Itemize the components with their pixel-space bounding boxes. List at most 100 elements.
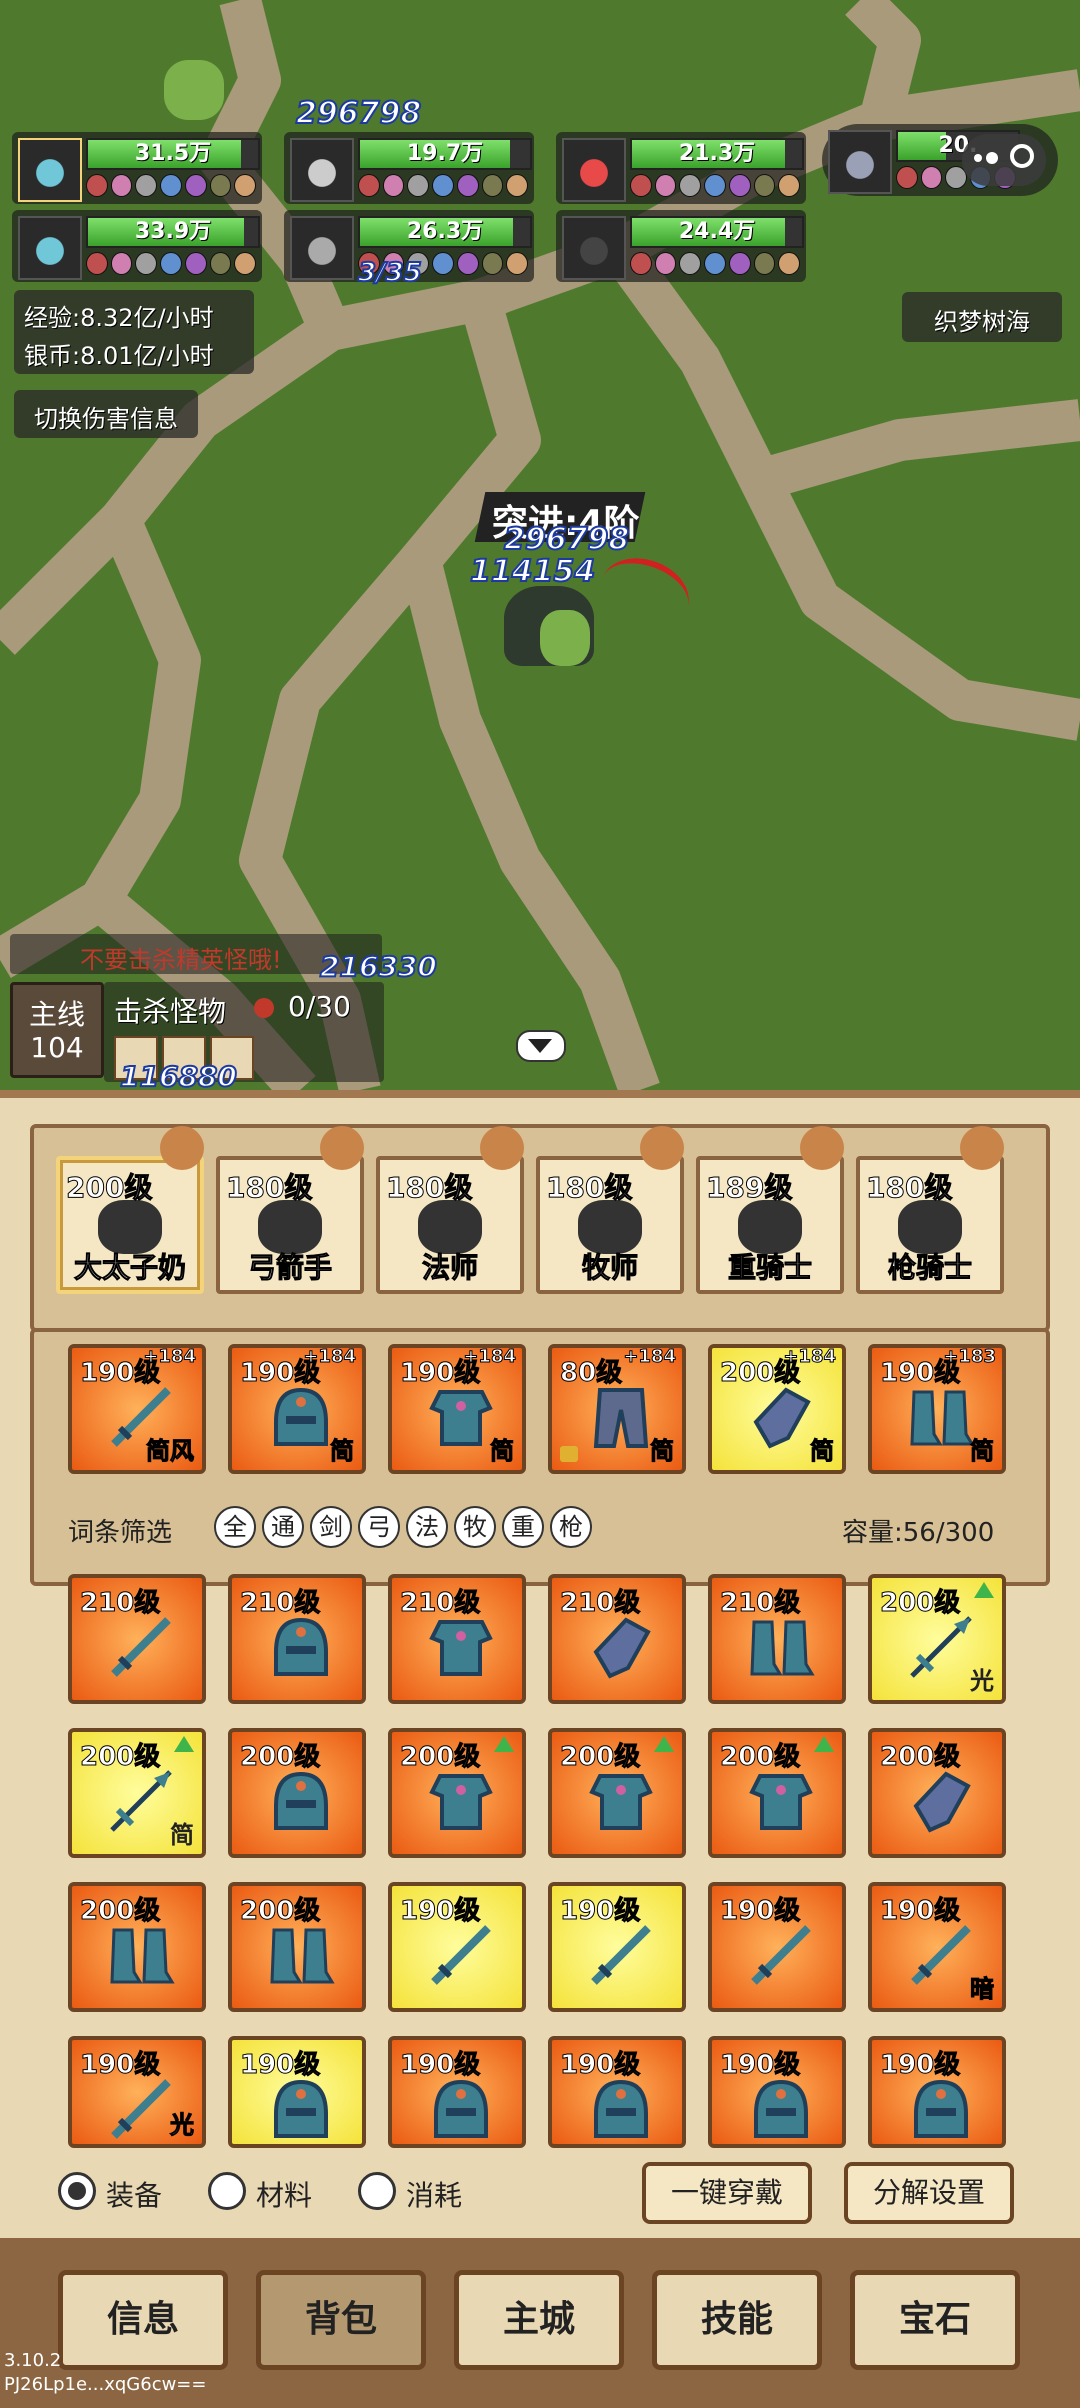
character-name: 枪骑士 xyxy=(887,1251,972,1285)
damage-number: 296798 xyxy=(295,95,422,132)
inventory-item[interactable]: 200级 xyxy=(228,1728,366,1858)
character-slot[interactable]: 200级 大太子奶 xyxy=(56,1156,204,1294)
hero-card-3[interactable]: 21.3万 xyxy=(556,132,806,204)
inventory-item[interactable]: 210级 xyxy=(68,1574,206,1704)
item-level: 190级 xyxy=(879,1896,961,1927)
inventory-item[interactable]: 210级 xyxy=(548,1574,686,1704)
equipped-slot[interactable]: 190级 +184 简风 xyxy=(68,1344,206,1474)
hero-card-5[interactable]: 33.9万 xyxy=(12,210,262,282)
hero-card-1[interactable]: 31.5万 xyxy=(12,132,262,204)
helm-icon xyxy=(274,1771,328,1830)
tab-consumable-label[interactable]: 消耗 xyxy=(406,2174,462,2214)
filter-chip[interactable]: 重 xyxy=(502,1506,544,1548)
character-slot[interactable]: 180级 牧师 xyxy=(536,1156,684,1294)
inventory-item[interactable]: 200级光 xyxy=(868,1574,1006,1704)
helm-icon xyxy=(594,2079,648,2138)
inventory-item[interactable]: 200级 xyxy=(868,1728,1006,1858)
filter-chip[interactable]: 通 xyxy=(262,1506,304,1548)
hero-portrait xyxy=(562,216,626,280)
equipped-slot[interactable]: 190级 +183 简 xyxy=(868,1344,1006,1474)
item-level: 210级 xyxy=(79,1588,161,1619)
skill-icon xyxy=(506,252,529,275)
skill-icon xyxy=(432,252,454,275)
equipped-slot[interactable]: 190级 +184 简 xyxy=(228,1344,366,1474)
filter-chip[interactable]: 枪 xyxy=(550,1506,592,1548)
inventory-item[interactable]: 190级 xyxy=(228,2036,366,2148)
character-slot[interactable]: 180级 弓箭手 xyxy=(216,1156,364,1294)
inventory-item[interactable]: 210级 xyxy=(228,1574,366,1704)
collapse-arrow-button[interactable] xyxy=(516,1030,566,1062)
skill-icon xyxy=(630,174,652,197)
hero-card-2[interactable]: 19.7万 xyxy=(284,132,534,204)
main-quest-badge[interactable]: 主线 104 xyxy=(10,982,104,1078)
inventory-item[interactable]: 210级 xyxy=(708,1574,846,1704)
skill-icon xyxy=(234,252,257,275)
inventory-item[interactable]: 200级 xyxy=(708,1728,846,1858)
hero-portrait xyxy=(562,138,626,202)
inventory-item[interactable]: 190级 xyxy=(708,1882,846,2012)
hero-card-4[interactable]: 20. xyxy=(822,124,1058,196)
character-slot[interactable]: 180级 枪骑士 xyxy=(856,1156,1004,1294)
character-slot[interactable]: 180级 法师 xyxy=(376,1156,524,1294)
inventory-item[interactable]: 190级光 xyxy=(68,2036,206,2148)
more-dots-icon[interactable] xyxy=(974,154,982,162)
sword-icon xyxy=(911,1925,971,1985)
radio-consumable[interactable] xyxy=(358,2172,396,2210)
inventory-item[interactable]: 190级暗 xyxy=(868,1882,1006,2012)
inventory-item[interactable]: 200级 xyxy=(228,1882,366,2012)
inventory-item[interactable]: 190级 xyxy=(708,2036,846,2148)
enhance-level: +183 xyxy=(943,1346,997,1368)
item-tag: 简 xyxy=(970,1437,995,1466)
radio-equipment[interactable] xyxy=(58,2172,96,2210)
hero-card-7[interactable]: 24.4万 xyxy=(556,210,806,282)
filter-chip[interactable]: 法 xyxy=(406,1506,448,1548)
filter-chip[interactable]: 全 xyxy=(214,1506,256,1548)
pet-icon xyxy=(800,1126,844,1170)
tab-material-label[interactable]: 材料 xyxy=(256,2174,312,2214)
item-level: 200级 xyxy=(559,1742,641,1773)
item-tag: 简 xyxy=(330,1437,355,1466)
inventory-item[interactable]: 200级 xyxy=(548,1728,686,1858)
equipped-slot[interactable]: 80级 +184 简 xyxy=(548,1344,686,1474)
nav-button[interactable]: 技能 xyxy=(652,2270,822,2370)
inventory-item[interactable]: 210级 xyxy=(388,1574,526,1704)
skill-icon xyxy=(86,174,108,197)
filter-chip[interactable]: 弓 xyxy=(358,1506,400,1548)
enhance-level: +184 xyxy=(143,1346,197,1368)
skill-icon xyxy=(135,174,158,197)
equipped-slot[interactable]: 200级 +184 简 xyxy=(708,1344,846,1474)
hero-hp-bar: 19.7万 xyxy=(358,138,532,170)
toggle-damage-button[interactable]: 切换伤害信息 xyxy=(14,390,198,438)
inventory-item[interactable]: 190级 xyxy=(548,2036,686,2148)
inventory-item[interactable]: 200级简 xyxy=(68,1728,206,1858)
equip-all-button[interactable]: 一键穿戴 xyxy=(642,2162,812,2224)
skill-icon xyxy=(456,174,479,197)
inventory-item[interactable]: 190级 xyxy=(388,2036,526,2148)
filter-chip[interactable]: 牧 xyxy=(454,1506,496,1548)
nav-button[interactable]: 宝石 xyxy=(850,2270,1020,2370)
radio-material[interactable] xyxy=(208,2172,246,2210)
quest-title: 击杀怪物 xyxy=(114,995,227,1028)
item-level: 190级 xyxy=(559,2050,641,2081)
item-level: 210级 xyxy=(719,1588,801,1619)
item-level: 190级 xyxy=(399,2050,481,2081)
inventory-item[interactable]: 200级 xyxy=(68,1882,206,2012)
inventory-item[interactable]: 190级 xyxy=(388,1882,526,2012)
close-target-icon[interactable] xyxy=(1010,144,1034,168)
tab-equipment-label[interactable]: 装备 xyxy=(106,2174,162,2214)
decompose-settings-button[interactable]: 分解设置 xyxy=(844,2162,1014,2224)
nav-button[interactable]: 主城 xyxy=(454,2270,624,2370)
inventory-item[interactable]: 190级 xyxy=(548,1882,686,2012)
inventory-item[interactable]: 190级 xyxy=(868,2036,1006,2148)
equipped-slot[interactable]: 190级 +184 简 xyxy=(388,1344,526,1474)
mini-program-capsule[interactable] xyxy=(962,134,1046,186)
nav-button[interactable]: 信息 xyxy=(58,2270,228,2370)
character-slot[interactable]: 189级 重骑士 xyxy=(696,1156,844,1294)
skill-icon xyxy=(160,252,182,275)
helm-icon xyxy=(914,2079,968,2138)
inventory-item[interactable]: 200级 xyxy=(388,1728,526,1858)
nav-button[interactable]: 背包 xyxy=(256,2270,426,2370)
filter-chip[interactable]: 剑 xyxy=(310,1506,352,1548)
chevron-down-icon xyxy=(528,1039,552,1053)
item-level: 190级 xyxy=(879,2050,961,2081)
